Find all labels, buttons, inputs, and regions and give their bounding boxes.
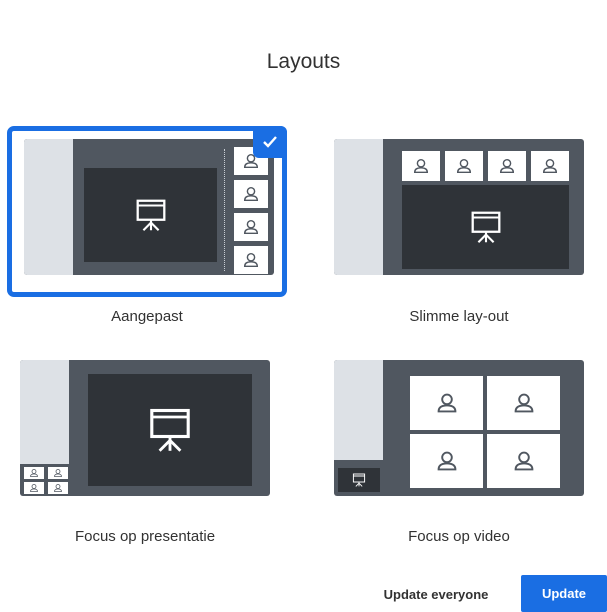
person-icon [455, 157, 473, 175]
presentation-board-icon [132, 196, 170, 234]
presentation-board-icon [467, 208, 505, 246]
person-icon [412, 157, 430, 175]
thumbnail-sidebar [334, 360, 383, 460]
layout-thumbnail [20, 360, 270, 496]
person-icon [512, 449, 536, 473]
presentation-area [402, 185, 569, 269]
layout-option-focus-op-video[interactable] [334, 360, 594, 516]
person-icon [242, 251, 260, 269]
presentation-board-icon [144, 404, 196, 456]
layout-label-focus-op-video: Focus op video [408, 528, 510, 545]
mini-presentation [338, 468, 380, 492]
video-tile [234, 213, 268, 241]
video-tile [48, 482, 68, 494]
person-icon [29, 483, 39, 493]
person-icon [242, 218, 260, 236]
thumbnail-sidebar [334, 139, 383, 275]
divider [224, 149, 225, 271]
layout-thumbnail [334, 360, 584, 496]
selected-check-badge [253, 126, 287, 158]
person-icon [435, 391, 459, 415]
presentation-area [88, 374, 252, 486]
layout-label-slimme-lay-out: Slimme lay-out [409, 308, 509, 325]
video-tile [24, 482, 44, 494]
video-tile [488, 151, 526, 181]
video-tile [531, 151, 569, 181]
video-tile [234, 246, 268, 274]
person-icon [53, 468, 63, 478]
update-button[interactable]: Update [521, 575, 607, 612]
layout-option-focus-op-presentatie[interactable] [20, 360, 280, 516]
person-icon [498, 157, 516, 175]
video-tile [24, 467, 44, 479]
presentation-area [84, 168, 217, 262]
layout-label-aangepast: Aangepast [111, 308, 183, 325]
person-icon [541, 157, 559, 175]
check-icon [263, 136, 277, 148]
layout-thumbnail [334, 139, 584, 275]
video-tile [487, 376, 560, 430]
video-tile [48, 467, 68, 479]
video-tile [445, 151, 483, 181]
mini-video-grid [20, 464, 71, 496]
thumbnail-sidebar [24, 139, 73, 275]
video-tile [487, 434, 560, 488]
video-tile [410, 434, 483, 488]
video-tile [234, 180, 268, 208]
update-everyone-button[interactable]: Update everyone [372, 577, 500, 612]
layout-option-aangepast[interactable] [7, 126, 287, 297]
person-icon [29, 468, 39, 478]
layout-thumbnail [24, 139, 274, 275]
person-icon [435, 449, 459, 473]
person-icon [242, 185, 260, 203]
dialog-title: Layouts [266, 50, 341, 73]
person-icon [512, 391, 536, 415]
layout-label-focus-op-presentatie: Focus op presentatie [74, 528, 216, 545]
video-tile [402, 151, 440, 181]
layout-option-slimme-lay-out[interactable] [334, 139, 594, 295]
video-tile [410, 376, 483, 430]
person-icon [53, 483, 63, 493]
presentation-board-icon [351, 472, 367, 488]
